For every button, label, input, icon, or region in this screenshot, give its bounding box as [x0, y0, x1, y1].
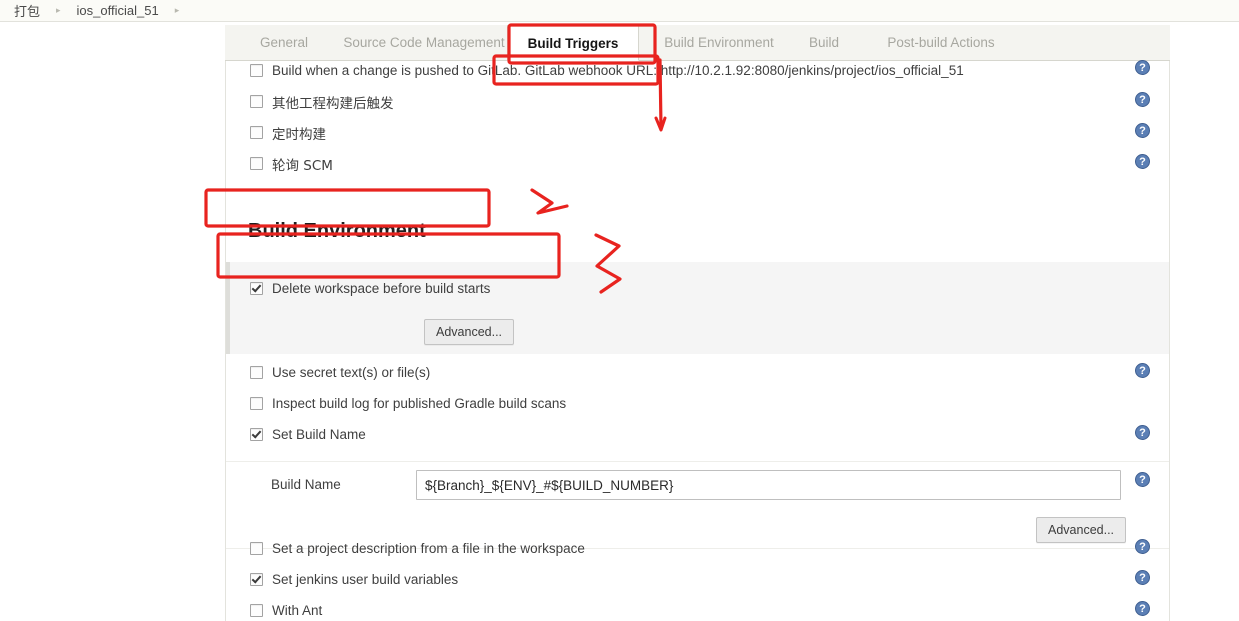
build-name-label: Build Name: [271, 477, 341, 492]
checkbox-label-scheduled-build: 定时构建: [272, 126, 326, 143]
checkbox-label-set-build-name: Set Build Name: [272, 427, 366, 442]
breadcrumb-item-project[interactable]: 打包: [14, 1, 40, 20]
checkbox-row-scheduled-build[interactable]: 定时构建: [226, 117, 1169, 148]
checkbox-row-set-build-name[interactable]: Set Build Name: [226, 419, 1169, 450]
checkbox-label-jenkins-user-build-vars: Set jenkins user build variables: [272, 572, 459, 587]
checkbox-poll-scm[interactable]: [250, 157, 263, 170]
checkbox-jenkins-user-build-vars[interactable]: [250, 573, 263, 586]
checkbox-label-project-description: Set a project description from a file in…: [272, 541, 585, 556]
advanced-row-delete-workspace: [226, 314, 1169, 354]
breadcrumb: 打包 ▸ ios_official_51 ▸: [0, 0, 1239, 22]
help-icon-build-name[interactable]: ?: [1135, 472, 1150, 487]
breadcrumb-separator-icon: ▸: [56, 5, 61, 15]
checkbox-row-gitlab-push[interactable]: Build when a change is pushed to GitLab.…: [226, 55, 1169, 86]
checkbox-label-inspect-gradle-scans: Inspect build log for published Gradle b…: [272, 396, 567, 411]
checkbox-row-delete-workspace[interactable]: Delete workspace before build starts: [226, 262, 1169, 314]
checkbox-label-gitlab-push: Build when a change is pushed to GitLab.…: [272, 63, 964, 78]
checkbox-with-ant[interactable]: [250, 604, 263, 617]
help-icon-with-ant[interactable]: ?: [1135, 601, 1150, 616]
checkbox-label-delete-workspace: Delete workspace before build starts: [272, 280, 491, 296]
checkbox-row-use-secret[interactable]: Use secret text(s) or file(s): [226, 357, 1169, 388]
checkbox-gitlab-push[interactable]: [250, 64, 263, 77]
checkbox-row-with-ant[interactable]: With Ant: [226, 595, 1169, 621]
checkbox-row-inspect-gradle-scans[interactable]: Inspect build log for published Gradle b…: [226, 388, 1169, 419]
help-icon-set-build-name[interactable]: ?: [1135, 425, 1150, 440]
checkbox-project-description[interactable]: [250, 542, 263, 555]
content-area: General Source Code Management Build Tri…: [0, 22, 1239, 621]
section-heading-build-environment: Build Environment: [248, 220, 426, 242]
breadcrumb-separator-icon-2: ▸: [174, 5, 180, 15]
help-icon-gitlab-push[interactable]: ?: [1135, 60, 1150, 75]
help-icon-project-description[interactable]: ?: [1135, 539, 1150, 554]
checkbox-scheduled-build[interactable]: [250, 126, 263, 139]
checkbox-row-poll-scm[interactable]: 轮询 SCM: [226, 148, 1169, 179]
jenkins-job-config-screenshot: 打包 ▸ ios_official_51 ▸ General Source Co…: [0, 0, 1239, 621]
checkbox-use-secret[interactable]: [250, 366, 263, 379]
checkbox-row-project-description[interactable]: Set a project description from a file in…: [226, 533, 1169, 564]
checkbox-row-other-project-trigger[interactable]: 其他工程构建后触发: [226, 86, 1169, 117]
checkbox-set-build-name[interactable]: [250, 428, 263, 441]
config-form-panel: Build when a change is pushed to GitLab.…: [225, 60, 1170, 621]
help-icon-use-secret[interactable]: ?: [1135, 363, 1150, 378]
checkbox-row-jenkins-user-build-vars[interactable]: Set jenkins user build variables: [226, 564, 1169, 595]
help-icon-other-project-trigger[interactable]: ?: [1135, 92, 1150, 107]
advanced-button-top[interactable]: Advanced...: [424, 319, 515, 345]
breadcrumb-item-job[interactable]: ios_official_51: [77, 3, 159, 18]
checkbox-delete-workspace[interactable]: [250, 281, 263, 295]
checkbox-label-poll-scm: 轮询 SCM: [272, 157, 333, 174]
help-icon-scheduled-build[interactable]: ?: [1135, 123, 1150, 138]
checkbox-other-project-trigger[interactable]: [250, 95, 263, 108]
checkbox-label-other-project-trigger: 其他工程构建后触发: [272, 95, 394, 112]
build-name-input[interactable]: [416, 470, 1121, 500]
checkbox-label-with-ant: With Ant: [272, 603, 323, 618]
help-icon-poll-scm[interactable]: ?: [1135, 154, 1150, 169]
help-icon-jenkins-user-build-vars[interactable]: ?: [1135, 570, 1150, 585]
checkbox-label-use-secret: Use secret text(s) or file(s): [272, 365, 431, 380]
checkbox-inspect-gradle-scans[interactable]: [250, 397, 263, 410]
